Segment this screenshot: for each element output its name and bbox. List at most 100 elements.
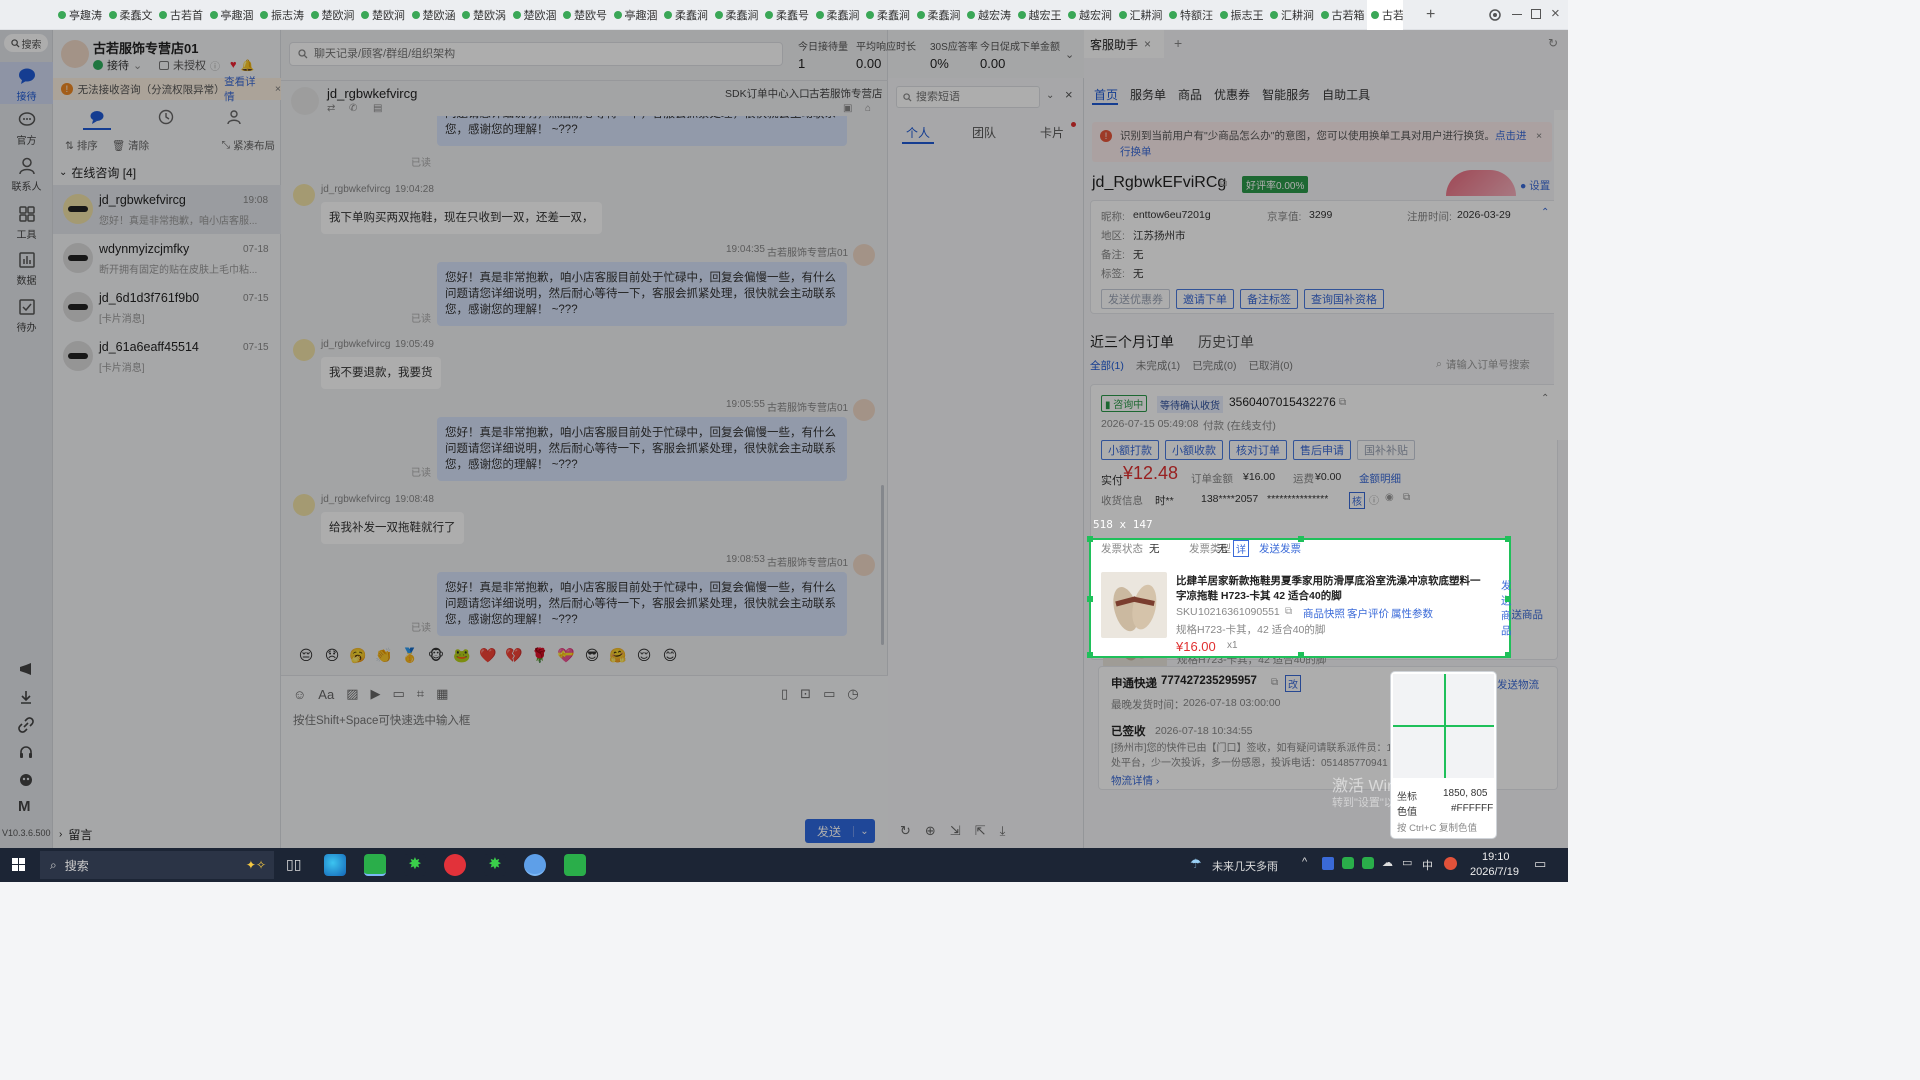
shop-tab-icon: [1169, 11, 1177, 19]
resize-handle-se[interactable]: [1505, 652, 1511, 658]
maximize-icon[interactable]: [1531, 9, 1541, 19]
chat-app-icon[interactable]: [564, 854, 586, 876]
task-view-icon[interactable]: ▯▯: [286, 856, 301, 873]
product-snapshot-link[interactable]: 商品快照: [1303, 606, 1345, 621]
tray-cloud-icon[interactable]: ☁: [1382, 856, 1393, 869]
shop-tab-icon: [462, 11, 470, 19]
shop-tab-icon: [967, 11, 975, 19]
search-icon: ⌕: [50, 857, 57, 872]
shop-tab-icon: [563, 11, 571, 19]
shop-tab[interactable]: 越宏涛: [963, 0, 1014, 30]
shop-tab-icon: [815, 11, 824, 19]
windows-start-icon[interactable]: [12, 858, 26, 872]
tray-wechat-icon[interactable]: [1342, 857, 1354, 869]
network-icon[interactable]: ▭: [1402, 856, 1412, 869]
jd-app-2-icon[interactable]: ✸: [484, 854, 506, 876]
shop-tab-icon: [1270, 11, 1278, 19]
minimize-icon[interactable]: [1512, 14, 1522, 15]
shop-tab[interactable]: 古若箱: [1317, 0, 1368, 30]
shop-tab[interactable]: 柔蠢涧: [711, 0, 762, 30]
tray-app-icon[interactable]: [1362, 857, 1374, 869]
shop-tab[interactable]: 亭趣涸: [206, 0, 257, 30]
shop-tab[interactable]: 古若首: [155, 0, 206, 30]
shop-tab[interactable]: 亭趣涛: [54, 0, 105, 30]
tray-expand-icon[interactable]: ^: [1302, 856, 1307, 868]
edge-browser-icon[interactable]: [324, 854, 346, 876]
product-reviews-link[interactable]: 客户评价: [1347, 606, 1389, 621]
shop-tab[interactable]: 特额汪: [1165, 0, 1216, 30]
weather-icon[interactable]: ☂: [1190, 856, 1202, 872]
shop-tab-icon: [613, 11, 622, 19]
shop-tab[interactable]: 柔蠢号: [761, 0, 812, 30]
shop-tab[interactable]: 柔蠢涧: [913, 0, 964, 30]
record-app-icon[interactable]: [444, 854, 466, 876]
notification-icon[interactable]: ▭: [1534, 856, 1546, 872]
send-invoice-link[interactable]: 发送发票: [1259, 541, 1301, 556]
shop-tab[interactable]: 汇耕涧: [1266, 0, 1317, 30]
magnifier-box: 坐标 1850, 805 色值 #FFFFFF 按 Ctrl+C 复制色值: [1390, 671, 1497, 839]
send-product-link[interactable]: 发送商品: [1501, 578, 1512, 638]
shop-tab-icon: [1017, 11, 1026, 19]
shop-tabs: 亭趣涛 柔蠢文 古若首 亭趣涸 振志涛 楚欧涧 楚欧涧 楚欧涵 楚欧涡 楚欧涸 楚欧号 亭趣涸 柔蠢涧柔…: [54, 0, 1403, 30]
new-tab-button[interactable]: +: [1426, 6, 1435, 24]
shop-tab[interactable]: 楚欧涧: [307, 0, 358, 30]
dongdong-icon[interactable]: [524, 854, 546, 876]
shop-tab[interactable]: 越宏王: [1014, 0, 1065, 30]
resize-handle-w[interactable]: [1087, 596, 1093, 602]
invoice-detail-tag[interactable]: 详: [1233, 540, 1249, 557]
shop-tab-icon: [1068, 11, 1076, 19]
resize-handle-ne[interactable]: [1505, 536, 1511, 542]
shop-tab-icon: [1371, 11, 1379, 19]
clock-date: 2026/7/19: [1470, 866, 1519, 878]
shop-tab[interactable]: 柔蠢涧: [812, 0, 863, 30]
shop-tab[interactable]: 古若: [1367, 0, 1403, 30]
shop-tab[interactable]: 楚欧号: [559, 0, 610, 30]
resize-handle-nw[interactable]: [1087, 536, 1093, 542]
shop-tab[interactable]: 振志王: [1216, 0, 1267, 30]
shop-tab-icon: [512, 11, 521, 19]
product-params-link[interactable]: 属性参数: [1391, 606, 1433, 621]
shop-tab-icon: [916, 11, 925, 19]
shop-tab[interactable]: 楚欧涸: [509, 0, 560, 30]
product-spec: 规格H723-卡其，42 适合40的脚: [1176, 624, 1326, 636]
taskbar-search[interactable]: ⌕ 搜索 ✦✧: [40, 851, 274, 879]
resize-handle-e[interactable]: [1505, 596, 1511, 602]
settings-icon[interactable]: [1488, 8, 1502, 22]
shop-tab[interactable]: 柔蠢涧: [660, 0, 711, 30]
windows-taskbar: ⌕ 搜索 ✦✧ ▯▯ ✸ ✸ ☂ 未来几天多雨 ^ ☁ ▭ 中 19:10 20…: [0, 848, 1568, 882]
shop-tab-icon: [1118, 11, 1127, 19]
sogou-ime-icon[interactable]: [1444, 857, 1457, 870]
selection-size-label: 518 x 147: [1093, 518, 1153, 531]
shop-tab[interactable]: 汇耕涧: [1115, 0, 1166, 30]
product-price: ¥16.00: [1176, 639, 1216, 654]
activation-watermark: 激活 Windows: [1332, 778, 1434, 795]
clock-time: 19:10: [1482, 851, 1510, 863]
shop-tab[interactable]: 振志涛: [256, 0, 307, 30]
ime-indicator[interactable]: 中: [1422, 857, 1433, 873]
shop-tab[interactable]: 楚欧涡: [458, 0, 509, 30]
selection-region[interactable]: 发票状态 无 发票类型 无 详 发送发票 比肆羊居家新款拖鞋男夏季家用防滑厚底浴…: [1087, 536, 1512, 658]
shop-tab-icon: [765, 11, 773, 19]
shop-tab-icon: [260, 11, 268, 19]
jd-app-icon[interactable]: ✸: [404, 854, 426, 876]
shop-tab[interactable]: 亭趣涸: [610, 0, 661, 30]
shop-tab-icon: [310, 11, 319, 19]
shop-tab-icon: [866, 11, 874, 19]
screenshot-dim-overlay: [0, 30, 1568, 848]
copy-icon[interactable]: ⧉: [1285, 606, 1292, 617]
top-tab-bar: 亭趣涛 柔蠢文 古若首 亭趣涸 振志涛 楚欧涧 楚欧涧 楚欧涵 楚欧涡 楚欧涸 楚欧号 亭趣涸 柔蠢涧柔…: [0, 0, 1568, 30]
activation-watermark-sub: 转到"设置"以激活 Windows: [1332, 797, 1465, 809]
resize-handle-s[interactable]: [1298, 652, 1304, 658]
resize-handle-n[interactable]: [1298, 536, 1304, 542]
tray-security-icon[interactable]: [1322, 857, 1334, 870]
shop-tab-icon: [411, 11, 420, 19]
shop-tab[interactable]: 柔蠢涧: [862, 0, 913, 30]
close-window-icon[interactable]: ×: [1551, 5, 1560, 22]
shop-tab[interactable]: 越宏涧: [1064, 0, 1115, 30]
shop-tab[interactable]: 柔蠢文: [105, 0, 156, 30]
resize-handle-sw[interactable]: [1087, 652, 1093, 658]
shop-tab-icon: [361, 11, 369, 19]
shop-tab[interactable]: 楚欧涵: [408, 0, 459, 30]
shop-tab[interactable]: 楚欧涧: [357, 0, 408, 30]
wechat-icon[interactable]: [364, 854, 386, 876]
